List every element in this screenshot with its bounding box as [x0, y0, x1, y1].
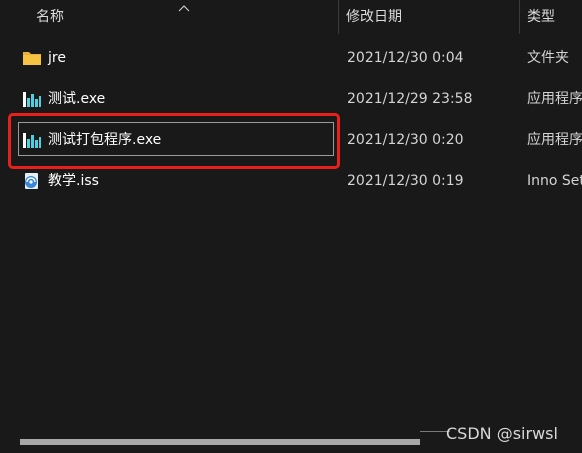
file-name: 教学.iss	[48, 173, 99, 189]
file-date: 2021/12/30 0:04	[347, 50, 464, 66]
file-date: 2021/12/29 23:58	[347, 91, 473, 107]
horizontal-scrollbar[interactable]	[20, 439, 420, 445]
folder-icon	[22, 48, 42, 68]
file-name: jre	[48, 50, 66, 66]
column-divider[interactable]	[519, 0, 520, 34]
file-type: 应用程序	[527, 91, 582, 107]
column-header-type[interactable]: 类型	[527, 0, 555, 34]
file-date: 2021/12/30 0:20	[347, 132, 464, 148]
chevron-up-icon	[178, 0, 190, 12]
file-type: Inno Setup Script	[527, 173, 582, 189]
inno-script-icon	[22, 171, 42, 191]
column-header-name[interactable]: 名称	[36, 0, 64, 34]
file-type: 应用程序	[527, 132, 582, 148]
file-row-jre[interactable]: jre 2021/12/30 0:04 文件夹	[0, 38, 582, 78]
column-header-date-modified[interactable]: 修改日期	[346, 0, 402, 34]
file-date: 2021/12/30 0:19	[347, 173, 464, 189]
file-type: 文件夹	[527, 50, 569, 66]
file-row-teaching-iss[interactable]: 教学.iss 2021/12/30 0:19 Inno Setup Script	[0, 161, 582, 201]
column-divider[interactable]	[338, 0, 339, 34]
exe-app-icon	[22, 89, 42, 109]
column-header-bar: 名称 修改日期 类型	[0, 0, 582, 34]
watermark: CSDN @sirwsl	[446, 424, 558, 443]
